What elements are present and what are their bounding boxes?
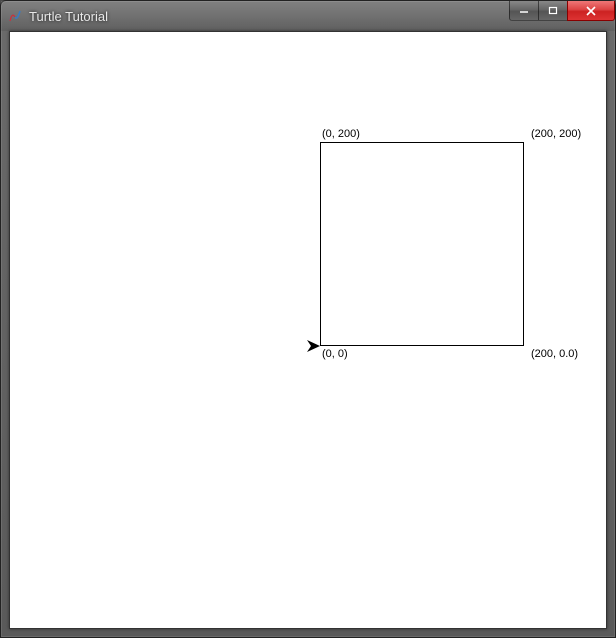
window-controls bbox=[510, 1, 615, 21]
label-top-left: (0, 200) bbox=[322, 128, 360, 140]
label-bottom-left: (0, 0) bbox=[322, 348, 348, 360]
app-icon bbox=[7, 8, 23, 24]
client-area: (0, 200) (200, 200) (0, 0) (200, 0.0) bbox=[9, 31, 607, 629]
maximize-button[interactable] bbox=[538, 1, 568, 21]
close-button[interactable] bbox=[567, 1, 615, 21]
turtle-canvas: (0, 200) (200, 200) (0, 0) (200, 0.0) bbox=[10, 32, 606, 628]
minimize-button[interactable] bbox=[509, 1, 539, 21]
drawn-square bbox=[320, 142, 524, 346]
titlebar[interactable]: Turtle Tutorial bbox=[1, 1, 615, 31]
turtle-cursor-icon bbox=[306, 339, 322, 356]
label-top-right: (200, 200) bbox=[531, 128, 581, 140]
label-bottom-right: (200, 0.0) bbox=[531, 348, 578, 360]
app-window: Turtle Tutorial (0, 200) (200, 200) (0, … bbox=[0, 0, 616, 638]
